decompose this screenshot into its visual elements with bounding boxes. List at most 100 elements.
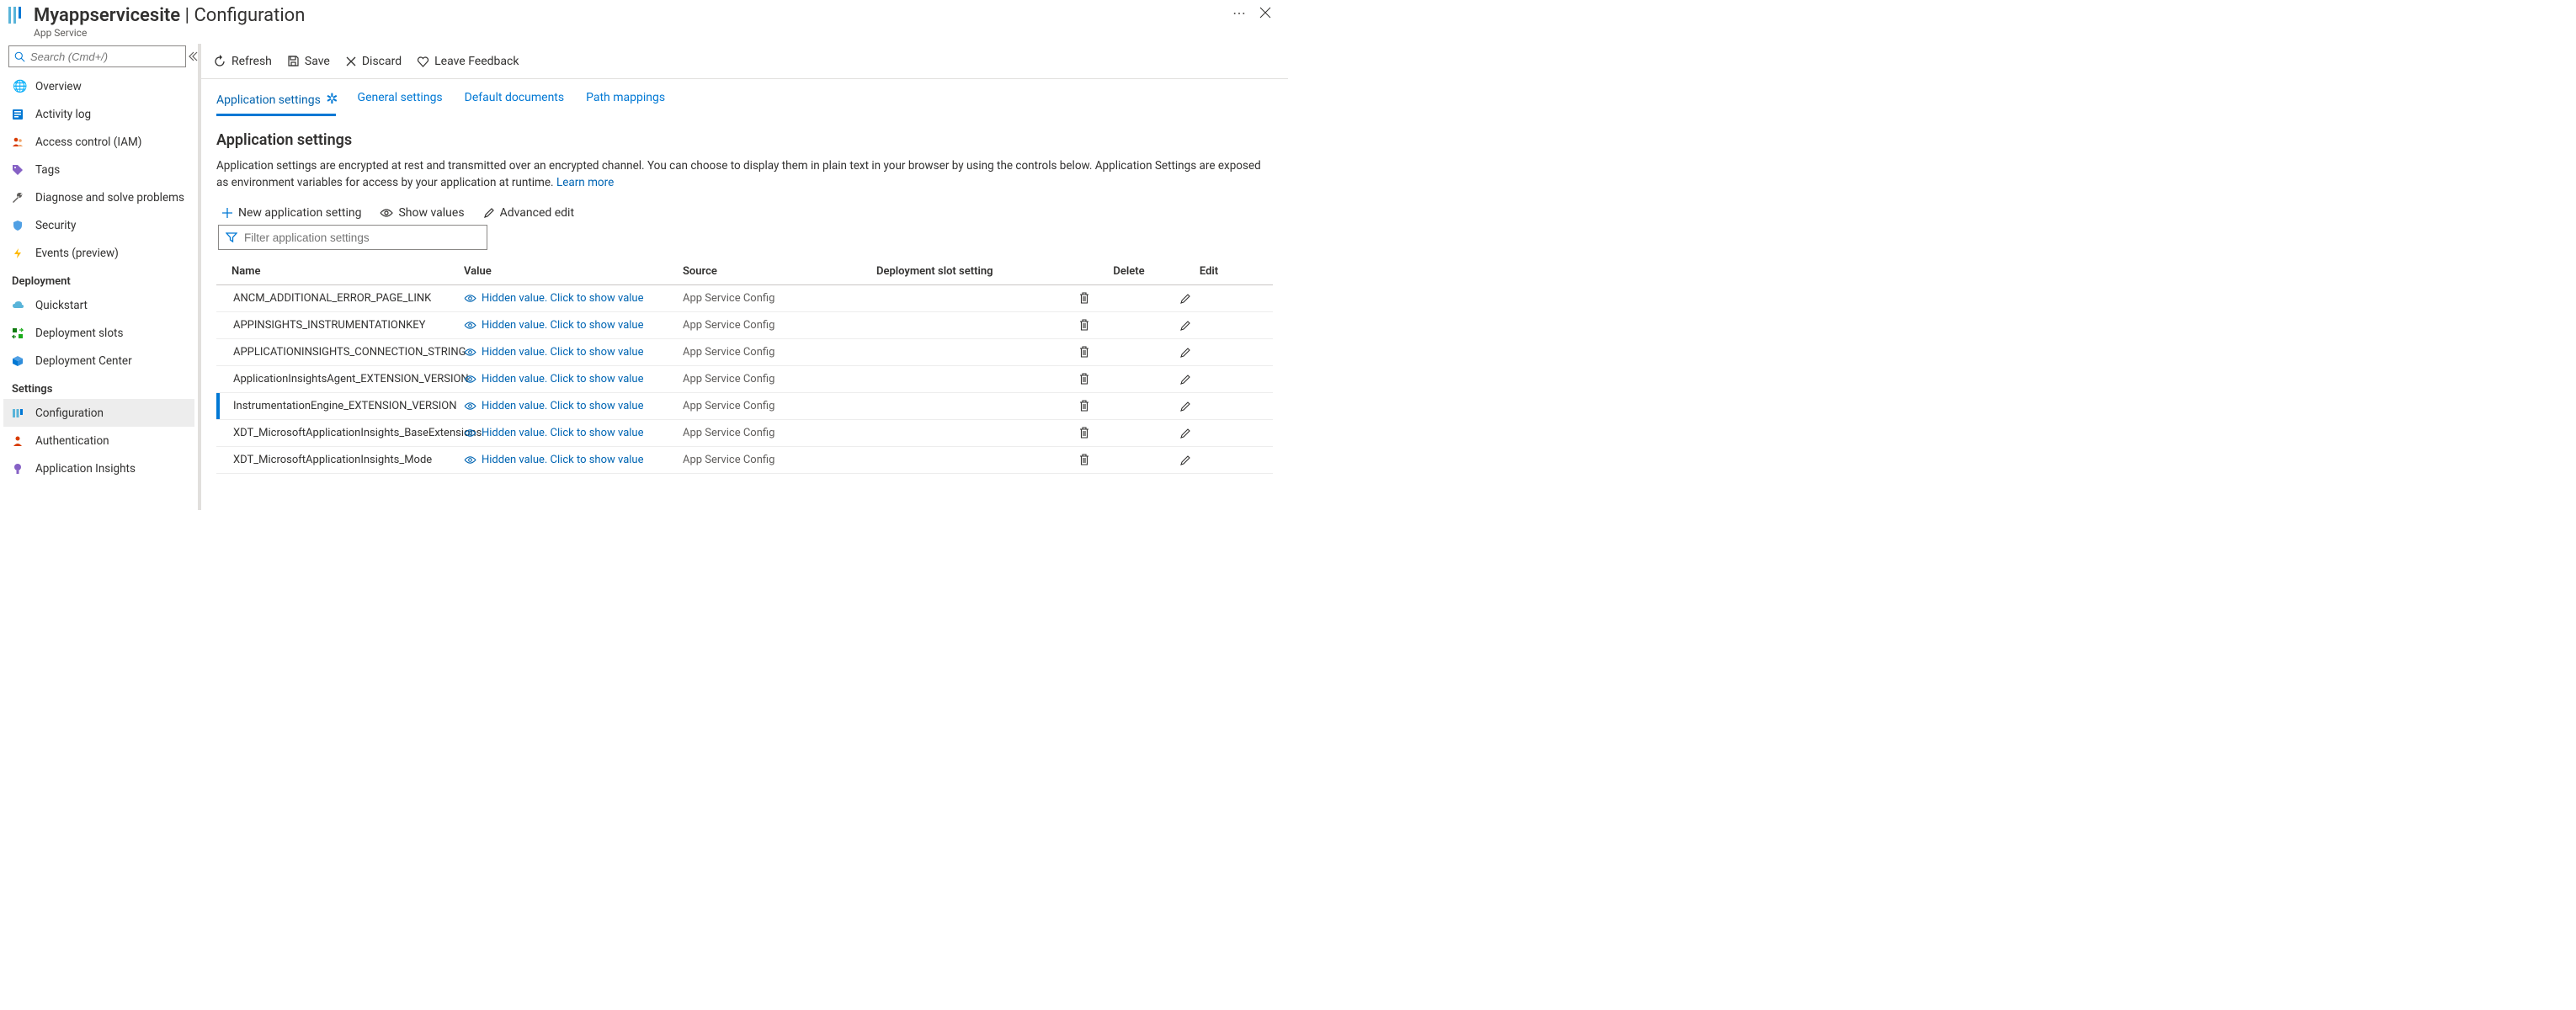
pencil-icon bbox=[1179, 293, 1238, 305]
cell-value[interactable]: Hidden value. Click to show value bbox=[464, 400, 683, 412]
edit-button[interactable] bbox=[1179, 293, 1238, 305]
edit-button[interactable] bbox=[1179, 428, 1238, 439]
discard-button[interactable]: Discard bbox=[345, 55, 402, 68]
col-header-slot: Deployment slot setting bbox=[876, 265, 1078, 278]
table-row: ANCM_ADDITIONAL_ERROR_PAGE_LINK Hidden va… bbox=[216, 285, 1273, 312]
config-icon bbox=[12, 407, 29, 419]
cell-value[interactable]: Hidden value. Click to show value bbox=[464, 319, 683, 332]
learn-more-link[interactable]: Learn more bbox=[556, 176, 614, 189]
delete-button[interactable] bbox=[1078, 454, 1179, 466]
new-setting-button[interactable]: New application setting bbox=[221, 206, 361, 220]
show-values-button[interactable]: Show values bbox=[380, 206, 464, 220]
edit-button[interactable] bbox=[1179, 454, 1238, 466]
delete-button[interactable] bbox=[1078, 427, 1179, 439]
page-name: Configuration bbox=[194, 5, 305, 26]
sidebar-item-label: Overview bbox=[35, 80, 82, 93]
feedback-button[interactable]: Leave Feedback bbox=[417, 55, 519, 68]
new-setting-label: New application setting bbox=[238, 206, 361, 220]
settings-toolbar: New application setting Show values Adva… bbox=[221, 206, 1273, 220]
tab-application-settings[interactable]: Application settings ✲ bbox=[216, 91, 336, 116]
edit-button[interactable] bbox=[1179, 401, 1238, 412]
box-icon bbox=[12, 355, 29, 367]
heart-icon bbox=[417, 56, 429, 67]
tab-path-mappings[interactable]: Path mappings bbox=[586, 91, 665, 116]
col-header-edit: Edit bbox=[1179, 265, 1238, 278]
eye-icon bbox=[464, 455, 476, 465]
trash-icon bbox=[1078, 373, 1179, 385]
section-description-text: Application settings are encrypted at re… bbox=[216, 159, 1261, 189]
delete-button[interactable] bbox=[1078, 292, 1179, 305]
eye-icon bbox=[464, 401, 476, 411]
filter-settings[interactable] bbox=[218, 225, 487, 250]
content: Application settings Application setting… bbox=[201, 116, 1288, 474]
more-menu-icon[interactable]: ⋯ bbox=[1224, 5, 1254, 21]
grid-header: Name Value Source Deployment slot settin… bbox=[216, 258, 1273, 285]
hidden-value-text: Hidden value. Click to show value bbox=[482, 292, 643, 305]
sidebar-item-application-insights[interactable]: Application Insights bbox=[3, 454, 194, 482]
cell-value[interactable]: Hidden value. Click to show value bbox=[464, 373, 683, 385]
sidebar-item-deployment-slots[interactable]: Deployment slots bbox=[3, 319, 194, 347]
collapse-sidebar-icon[interactable] bbox=[186, 50, 198, 62]
hidden-value-text: Hidden value. Click to show value bbox=[482, 427, 643, 439]
cell-value[interactable]: Hidden value. Click to show value bbox=[464, 346, 683, 359]
filter-input[interactable] bbox=[244, 231, 480, 244]
cell-name: InstrumentationEngine_EXTENSION_VERSION bbox=[220, 400, 464, 412]
discard-icon bbox=[345, 56, 357, 67]
delete-button[interactable] bbox=[1078, 346, 1179, 359]
cell-source: App Service Config bbox=[683, 373, 876, 385]
sidebar-item-quickstart[interactable]: Quickstart bbox=[3, 291, 194, 319]
hidden-value-text: Hidden value. Click to show value bbox=[482, 400, 643, 412]
delete-button[interactable] bbox=[1078, 319, 1179, 332]
sidebar-item-configuration[interactable]: Configuration bbox=[3, 399, 194, 427]
shield-icon bbox=[12, 220, 29, 231]
cell-value[interactable]: Hidden value. Click to show value bbox=[464, 427, 683, 439]
col-header-name: Name bbox=[220, 265, 464, 278]
cell-source: App Service Config bbox=[683, 292, 876, 305]
cell-value[interactable]: Hidden value. Click to show value bbox=[464, 454, 683, 466]
table-row: APPLICATIONINSIGHTS_CONNECTION_STRINGHid… bbox=[216, 339, 1273, 366]
sidebar-item-authentication[interactable]: Authentication bbox=[3, 427, 194, 454]
refresh-label: Refresh bbox=[232, 55, 272, 68]
sidebar-item-security[interactable]: Security bbox=[3, 211, 194, 239]
eye-icon bbox=[380, 208, 393, 218]
sidebar-item-events[interactable]: Events (preview) bbox=[3, 239, 194, 267]
plus-icon bbox=[221, 207, 233, 219]
sidebar-item-deployment-center[interactable]: Deployment Center bbox=[3, 347, 194, 375]
col-header-value: Value bbox=[464, 265, 683, 278]
cell-value[interactable]: Hidden value. Click to show value bbox=[464, 292, 683, 305]
delete-button[interactable] bbox=[1078, 400, 1179, 412]
sidebar-item-access-control[interactable]: Access control (IAM) bbox=[3, 128, 194, 156]
trash-icon bbox=[1078, 346, 1179, 359]
sidebar-item-diagnose[interactable]: Diagnose and solve problems bbox=[3, 183, 194, 211]
close-icon[interactable] bbox=[1254, 5, 1276, 20]
edit-button[interactable] bbox=[1179, 347, 1238, 359]
sidebar-item-tags[interactable]: Tags bbox=[3, 156, 194, 183]
sidebar-search[interactable] bbox=[8, 45, 186, 67]
header: Myappservicesite | Configuration App Ser… bbox=[0, 0, 1288, 44]
discard-label: Discard bbox=[362, 55, 402, 68]
save-icon bbox=[287, 55, 300, 67]
slots-icon bbox=[12, 327, 29, 339]
sidebar-nav: 🌐 Overview Activity log Access control (… bbox=[3, 72, 194, 510]
table-row: InstrumentationEngine_EXTENSION_VERSION H… bbox=[216, 393, 1273, 420]
cloud-icon bbox=[12, 300, 29, 311]
sidebar-item-activity-log[interactable]: Activity log bbox=[3, 100, 194, 128]
edit-button[interactable] bbox=[1179, 374, 1238, 385]
eye-icon bbox=[464, 375, 476, 384]
cell-name: ANCM_ADDITIONAL_ERROR_PAGE_LINK bbox=[220, 292, 464, 305]
save-button[interactable]: Save bbox=[287, 55, 330, 68]
advanced-edit-button[interactable]: Advanced edit bbox=[483, 206, 574, 220]
sidebar-search-input[interactable] bbox=[30, 50, 180, 63]
section-heading: Application settings bbox=[216, 131, 1273, 149]
tab-default-documents[interactable]: Default documents bbox=[465, 91, 564, 116]
hidden-value-text: Hidden value. Click to show value bbox=[482, 319, 643, 332]
filter-icon bbox=[226, 231, 237, 243]
delete-button[interactable] bbox=[1078, 373, 1179, 385]
cell-source: App Service Config bbox=[683, 319, 876, 332]
edit-button[interactable] bbox=[1179, 320, 1238, 332]
refresh-button[interactable]: Refresh bbox=[213, 55, 272, 68]
sidebar-item-overview[interactable]: 🌐 Overview bbox=[3, 72, 194, 100]
insights-icon bbox=[12, 463, 29, 475]
tab-general-settings[interactable]: General settings bbox=[358, 91, 443, 116]
log-icon bbox=[12, 109, 29, 120]
